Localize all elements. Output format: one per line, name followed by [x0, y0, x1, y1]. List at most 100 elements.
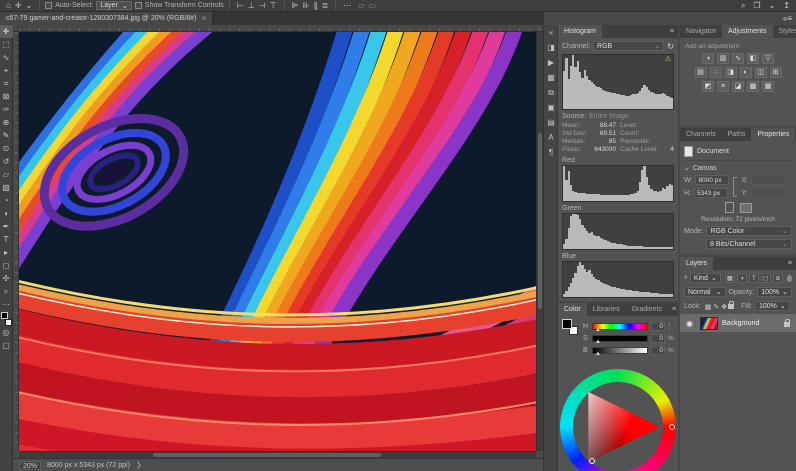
- width-field[interactable]: 8000 px: [695, 175, 729, 185]
- align-left-edges-icon[interactable]: ⊢: [235, 0, 246, 11]
- filter-adjustment-layers-icon[interactable]: ◑: [737, 273, 747, 283]
- layer-lock-icon[interactable]: [784, 322, 790, 327]
- fill-field[interactable]: 100% ⌄: [755, 301, 790, 311]
- hue-value[interactable]: 0: [651, 322, 665, 331]
- libraries-panel-icon[interactable]: ▣: [544, 100, 558, 115]
- filter-type-layers-icon[interactable]: T: [749, 273, 759, 283]
- exposure-adjustment-icon[interactable]: ◧: [747, 53, 759, 64]
- layer-thumbnail[interactable]: [700, 317, 718, 330]
- brightness-slider[interactable]: ▲: [592, 347, 648, 354]
- tab-channels[interactable]: Channels: [680, 128, 722, 141]
- vertical-scrollbar[interactable]: [536, 32, 543, 451]
- gradient-tool[interactable]: ▨: [0, 181, 13, 194]
- triangle-selector[interactable]: [589, 458, 595, 464]
- photo-filter-adjustment-icon[interactable]: ◐: [740, 67, 752, 78]
- portrait-orientation-icon[interactable]: [725, 202, 734, 213]
- align-canvas-icon[interactable]: ▱: [356, 0, 366, 11]
- horizontal-scrollbar-thumb[interactable]: [153, 453, 380, 457]
- dock-menu-icon[interactable]: ≡: [787, 14, 792, 23]
- saturation-slider[interactable]: ▲: [592, 335, 648, 342]
- type-tool[interactable]: T: [0, 233, 13, 246]
- blur-tool[interactable]: ◔: [0, 194, 13, 207]
- levels-adjustment-icon[interactable]: ▥: [717, 53, 729, 64]
- panel-menu-icon[interactable]: ≡: [666, 25, 678, 38]
- object-selection-tool[interactable]: ⌖: [0, 64, 13, 77]
- hand-tool[interactable]: ✣: [0, 272, 13, 285]
- auto-select-checkbox[interactable]: [45, 2, 52, 9]
- lock-all-icon[interactable]: [728, 304, 734, 309]
- clone-stamp-tool[interactable]: ⊙: [0, 142, 13, 155]
- lock-position-icon[interactable]: ✥: [720, 304, 728, 311]
- bit-depth-dropdown[interactable]: 8 Bits/Channel ⌄: [706, 239, 792, 249]
- section-chevron-icon[interactable]: ⌄: [684, 164, 690, 172]
- close-icon[interactable]: ×: [201, 14, 206, 23]
- brightness-contrast-adjustment-icon[interactable]: ◑: [702, 53, 714, 64]
- tab-styles[interactable]: Styles: [773, 25, 796, 38]
- curves-adjustment-icon[interactable]: ∿: [732, 53, 744, 64]
- color-swatches[interactable]: [562, 319, 578, 335]
- posterize-adjustment-icon[interactable]: ≡: [717, 81, 729, 92]
- clone-source-panel-icon[interactable]: ⧉: [544, 85, 558, 100]
- slider-thumb[interactable]: ▲: [595, 339, 601, 345]
- tab-libraries[interactable]: Libraries: [587, 303, 626, 316]
- pen-tool[interactable]: ✒: [0, 220, 13, 233]
- layer-name[interactable]: Background: [722, 320, 780, 327]
- foreground-color-swatch[interactable]: [1, 312, 8, 319]
- status-arrow-icon[interactable]: ❯: [136, 461, 142, 469]
- auto-select-target-dropdown[interactable]: Layer ⌄: [96, 1, 131, 10]
- search-icon[interactable]: ⌕: [739, 0, 747, 11]
- horizontal-scrollbar[interactable]: [19, 451, 536, 458]
- blend-mode-dropdown[interactable]: Normal ⌄: [684, 287, 726, 297]
- show-transform-checkbox[interactable]: [135, 2, 142, 9]
- color-balance-adjustment-icon[interactable]: ∴: [710, 67, 722, 78]
- info-panel-icon[interactable]: ◨: [544, 40, 558, 55]
- character-panel-icon[interactable]: A: [544, 130, 558, 145]
- edit-toolbar-icon[interactable]: ⋯: [0, 298, 13, 311]
- cached-data-warning-icon[interactable]: ⚠: [665, 56, 671, 63]
- home-icon[interactable]: ⌂: [4, 0, 13, 11]
- tab-histogram[interactable]: Histogram: [558, 25, 602, 38]
- brush-tool[interactable]: ✎: [0, 129, 13, 142]
- saturation-value[interactable]: 0: [651, 334, 665, 343]
- screen-mode-icon[interactable]: ▢: [0, 339, 13, 352]
- filter-shape-layers-icon[interactable]: ◻: [761, 273, 771, 283]
- panel-menu-icon[interactable]: ≡: [784, 257, 796, 270]
- hue-ring-selector[interactable]: [669, 424, 675, 430]
- tab-color[interactable]: Color: [558, 303, 587, 316]
- notes-panel-icon[interactable]: ▤: [544, 115, 558, 130]
- hue-saturation-adjustment-icon[interactable]: ▤: [695, 67, 707, 78]
- collapse-panels-icon[interactable]: «: [544, 25, 558, 40]
- more-options-icon[interactable]: ⋯: [341, 0, 353, 11]
- align-selection-icon[interactable]: ▭: [366, 0, 378, 11]
- background-color-swatch[interactable]: [5, 319, 12, 326]
- link-dimensions-icon[interactable]: [733, 177, 737, 197]
- paragraph-panel-icon[interactable]: ¶: [544, 145, 558, 160]
- crop-tool[interactable]: ⌗: [0, 77, 13, 90]
- black-white-adjustment-icon[interactable]: ◨: [725, 67, 737, 78]
- workspace-switcher-icon[interactable]: ❐: [751, 0, 762, 11]
- selective-color-adjustment-icon[interactable]: ▦: [762, 81, 774, 92]
- tab-layers[interactable]: Layers: [680, 257, 713, 270]
- history-brush-tool[interactable]: ↺: [0, 155, 13, 168]
- align-right-edges-icon[interactable]: ⊣: [257, 0, 268, 11]
- eyedropper-tool[interactable]: ✑: [0, 103, 13, 116]
- distribute-evenly-icon[interactable]: ≣: [320, 0, 331, 11]
- hue-slider[interactable]: ▲: [592, 323, 648, 330]
- move-tool-options-icon[interactable]: ✛: [13, 0, 24, 11]
- tab-gradients[interactable]: Gradients: [626, 303, 668, 316]
- filter-pixel-layers-icon[interactable]: ▦: [725, 273, 735, 283]
- align-horizontal-centers-icon[interactable]: ⊥: [246, 0, 257, 11]
- vertical-scrollbar-thumb[interactable]: [538, 133, 542, 309]
- brush-settings-panel-icon[interactable]: ▦: [544, 70, 558, 85]
- color-wheel[interactable]: [560, 369, 676, 471]
- tab-properties[interactable]: Properties: [751, 128, 795, 141]
- document-canvas[interactable]: [19, 32, 536, 451]
- foreground-color-swatch[interactable]: [562, 319, 572, 329]
- layer-visibility-eye-icon[interactable]: ◉: [684, 319, 696, 328]
- filter-kind-dropdown[interactable]: Kind ⌄: [690, 273, 721, 283]
- dodge-tool[interactable]: ◖: [0, 207, 13, 220]
- uncached-refresh-icon[interactable]: ↻: [667, 42, 674, 51]
- opacity-field[interactable]: 100% ⌄: [757, 287, 792, 297]
- path-selection-tool[interactable]: ▸: [0, 246, 13, 259]
- marquee-tool[interactable]: ⬚: [0, 38, 13, 51]
